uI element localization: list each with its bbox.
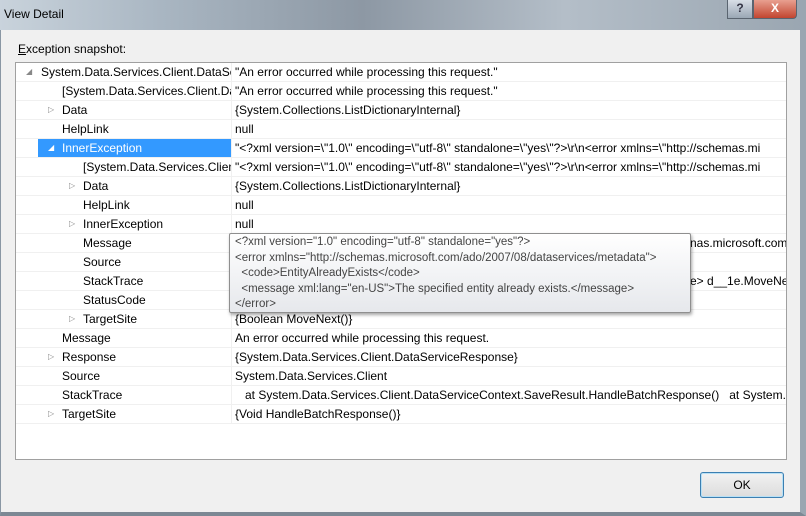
- collapsed-arrow-icon[interactable]: ▷: [48, 348, 58, 366]
- row-value: null: [235, 217, 254, 231]
- row-value: {Void HandleBatchResponse()}: [235, 407, 401, 421]
- row-value: "An error occurred while processing this…: [235, 65, 498, 79]
- tree-row[interactable]: HelpLink null: [16, 120, 786, 139]
- row-name-cell: ▷ TargetSite: [16, 310, 232, 328]
- row-name: StatusCode: [83, 293, 146, 307]
- exception-snapshot-label: Exception snapshot:: [18, 42, 126, 56]
- row-name: System.Data.Services.Client.DataSer: [41, 65, 232, 79]
- row-value: null: [235, 198, 254, 212]
- ok-button[interactable]: OK: [700, 472, 784, 498]
- row-name-cell: [System.Data.Services.Client.Dat: [16, 82, 232, 100]
- row-value: null: [235, 122, 254, 136]
- title-bar: View Detail ? X: [0, 0, 806, 30]
- row-value: "An error occurred while processing this…: [235, 84, 498, 98]
- row-name-cell: Source: [16, 367, 232, 385]
- tooltip-line: <?xml version="1.0" encoding="utf-8" sta…: [235, 236, 531, 248]
- row-value: {System.Data.Services.Client.DataService…: [235, 350, 518, 364]
- help-button[interactable]: ?: [727, 0, 753, 19]
- tree-row[interactable]: ◢ System.Data.Services.Client.DataSer "An …: [16, 63, 786, 82]
- row-name-cell: ◢ InnerException: [16, 139, 232, 157]
- label-text: xception snapshot:: [26, 42, 127, 56]
- row-name-cell: ▷ Response: [16, 348, 232, 366]
- row-name-cell: StackTrace: [16, 386, 232, 404]
- row-name-cell: StatusCode: [16, 291, 232, 309]
- row-name: Response: [62, 350, 117, 364]
- collapsed-arrow-icon[interactable]: ▷: [69, 310, 79, 328]
- collapsed-arrow-icon[interactable]: ▷: [48, 101, 58, 119]
- tree-row[interactable]: ▷ Response {System.Data.Services.Client.Da…: [16, 348, 786, 367]
- collapsed-arrow-icon[interactable]: ▷: [48, 405, 58, 423]
- row-name-cell: [System.Data.Services.Client: [16, 158, 232, 176]
- row-name: Source: [83, 255, 122, 269]
- row-name: Data: [62, 103, 88, 117]
- row-name-cell: ▷ TargetSite: [16, 405, 232, 423]
- row-name: InnerException: [83, 217, 164, 231]
- tooltip-line: <message xml:lang="en-US">The specified …: [235, 282, 635, 295]
- tree-row[interactable]: StackTrace at System.Data.Services.Clien…: [16, 386, 786, 405]
- tree-row[interactable]: ▷ Data {System.Collections.ListDictionaryI…: [16, 101, 786, 120]
- row-name-cell: ◢ System.Data.Services.Client.DataSer: [16, 63, 232, 81]
- row-name-cell: Message: [16, 234, 232, 252]
- row-name: Source: [62, 369, 101, 383]
- tree-row[interactable]: ▷ TargetSite {Void HandleBatchResponse()}: [16, 405, 786, 424]
- row-name-cell: Message: [16, 329, 232, 347]
- row-name-cell: Source: [16, 253, 232, 271]
- row-name-cell: ▷ InnerException: [16, 215, 232, 233]
- collapsed-arrow-icon[interactable]: ▷: [69, 215, 79, 233]
- row-value: at System.Data.Services.Client.DataServi…: [235, 388, 787, 402]
- row-name: Message: [83, 236, 132, 250]
- collapsed-arrow-icon[interactable]: ▷: [69, 177, 79, 195]
- label-accesskey: E: [18, 42, 27, 56]
- row-name: [System.Data.Services.Client.Dat: [62, 84, 232, 98]
- row-name: HelpLink: [62, 122, 109, 136]
- row-name: Message: [62, 331, 111, 345]
- tree-row[interactable]: [System.Data.Services.Client "<?xml versi…: [16, 158, 786, 177]
- row-name-cell: StackTrace: [16, 272, 232, 290]
- row-value: nas.microsoft.com: [690, 236, 787, 250]
- row-value: {System.Collections.ListDictionaryIntern…: [235, 103, 461, 117]
- tree-row[interactable]: ◢ InnerException "<?xml version=\"1.0\" en…: [16, 139, 786, 158]
- row-value: An error occurred while processing this …: [235, 331, 490, 345]
- tooltip-line: </error>: [235, 298, 276, 310]
- row-name-cell: ▷ Data: [16, 177, 232, 195]
- tree-row[interactable]: HelpLink null: [16, 196, 786, 215]
- row-name: HelpLink: [83, 198, 130, 212]
- row-name: TargetSite: [83, 312, 138, 326]
- close-button[interactable]: X: [753, 0, 797, 19]
- row-value: System.Data.Services.Client: [235, 369, 388, 383]
- row-value: "<?xml version=\"1.0\" encoding=\"utf-8\…: [235, 160, 761, 174]
- expanded-arrow-icon[interactable]: ◢: [48, 139, 58, 157]
- row-value: {System.Collections.ListDictionaryIntern…: [235, 179, 461, 193]
- tooltip-line: <code>EntityAlreadyExists</code>: [235, 267, 420, 279]
- row-value: e> d__1e.MoveNext: [690, 274, 787, 288]
- row-name-cell: HelpLink: [16, 120, 232, 138]
- expanded-arrow-icon[interactable]: ◢: [26, 63, 36, 81]
- row-name: InnerException: [62, 141, 143, 155]
- tree-row[interactable]: Source System.Data.Services.Client: [16, 367, 786, 386]
- tree-row[interactable]: ▷ Data {System.Collections.ListDictionaryI…: [16, 177, 786, 196]
- tooltip-line: <error xmlns="http://schemas.microsoft.c…: [235, 251, 657, 264]
- tree-row[interactable]: Message An error occurred while processin…: [16, 329, 786, 348]
- row-name: [System.Data.Services.Client: [83, 160, 232, 174]
- row-name-cell: ▷ Data: [16, 101, 232, 119]
- row-name-cell: HelpLink: [16, 196, 232, 214]
- tree-row[interactable]: ▷ InnerException null: [16, 215, 786, 234]
- row-name: StackTrace: [62, 388, 123, 402]
- row-name: Data: [83, 179, 109, 193]
- row-name: TargetSite: [62, 407, 117, 421]
- row-value: "<?xml version=\"1.0\" encoding=\"utf-8\…: [235, 141, 761, 155]
- row-name: StackTrace: [83, 274, 144, 288]
- value-tooltip: <?xml version="1.0" encoding="utf-8" sta…: [229, 233, 691, 313]
- window-title: View Detail: [4, 7, 64, 21]
- tree-row[interactable]: [System.Data.Services.Client.Dat "An erro…: [16, 82, 786, 101]
